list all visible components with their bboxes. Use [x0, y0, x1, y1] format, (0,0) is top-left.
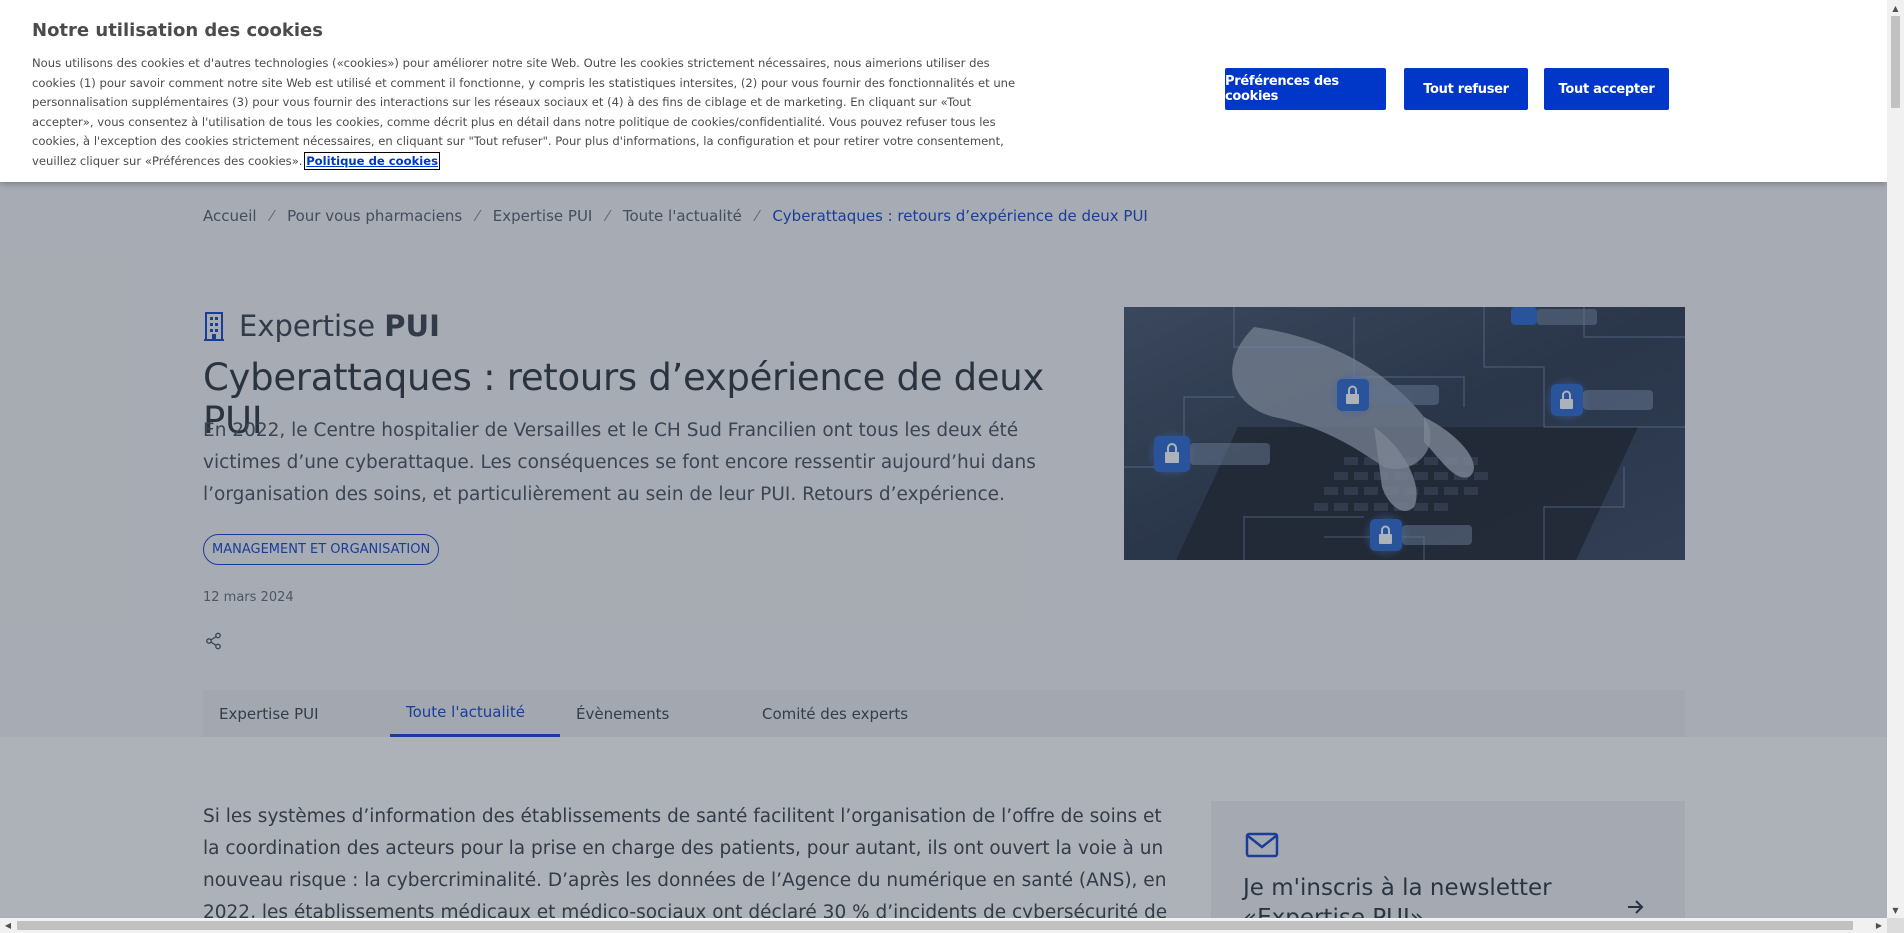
horizontal-scrollbar[interactable]: ◀ ▶ — [0, 918, 1887, 933]
horizontal-scroll-thumb[interactable] — [17, 921, 1853, 930]
scrollbar-corner — [1887, 918, 1904, 933]
cookie-banner: Notre utilisation des cookies Nous utili… — [0, 0, 1887, 182]
refuse-all-button[interactable]: Tout refuser — [1404, 68, 1528, 110]
scroll-up-arrow-icon[interactable]: ▲ — [1887, 0, 1904, 16]
scroll-right-arrow-icon[interactable]: ▶ — [1871, 918, 1887, 933]
vertical-scrollbar[interactable]: ▲ ▼ — [1887, 0, 1904, 918]
cookie-description: Nous utilisons des cookies et d'autres t… — [32, 54, 1032, 171]
scroll-down-arrow-icon[interactable]: ▼ — [1887, 902, 1904, 918]
accept-all-button[interactable]: Tout accepter — [1544, 68, 1669, 110]
cookie-description-text: Nous utilisons des cookies et d'autres t… — [32, 56, 1016, 168]
vertical-scroll-thumb[interactable] — [1891, 16, 1900, 108]
cookie-preferences-button[interactable]: Préférences des cookies — [1225, 68, 1386, 110]
cookie-title: Notre utilisation des cookies — [32, 20, 323, 41]
scroll-left-arrow-icon[interactable]: ◀ — [0, 918, 16, 933]
cookie-policy-link[interactable]: Politique de cookies — [304, 151, 441, 170]
